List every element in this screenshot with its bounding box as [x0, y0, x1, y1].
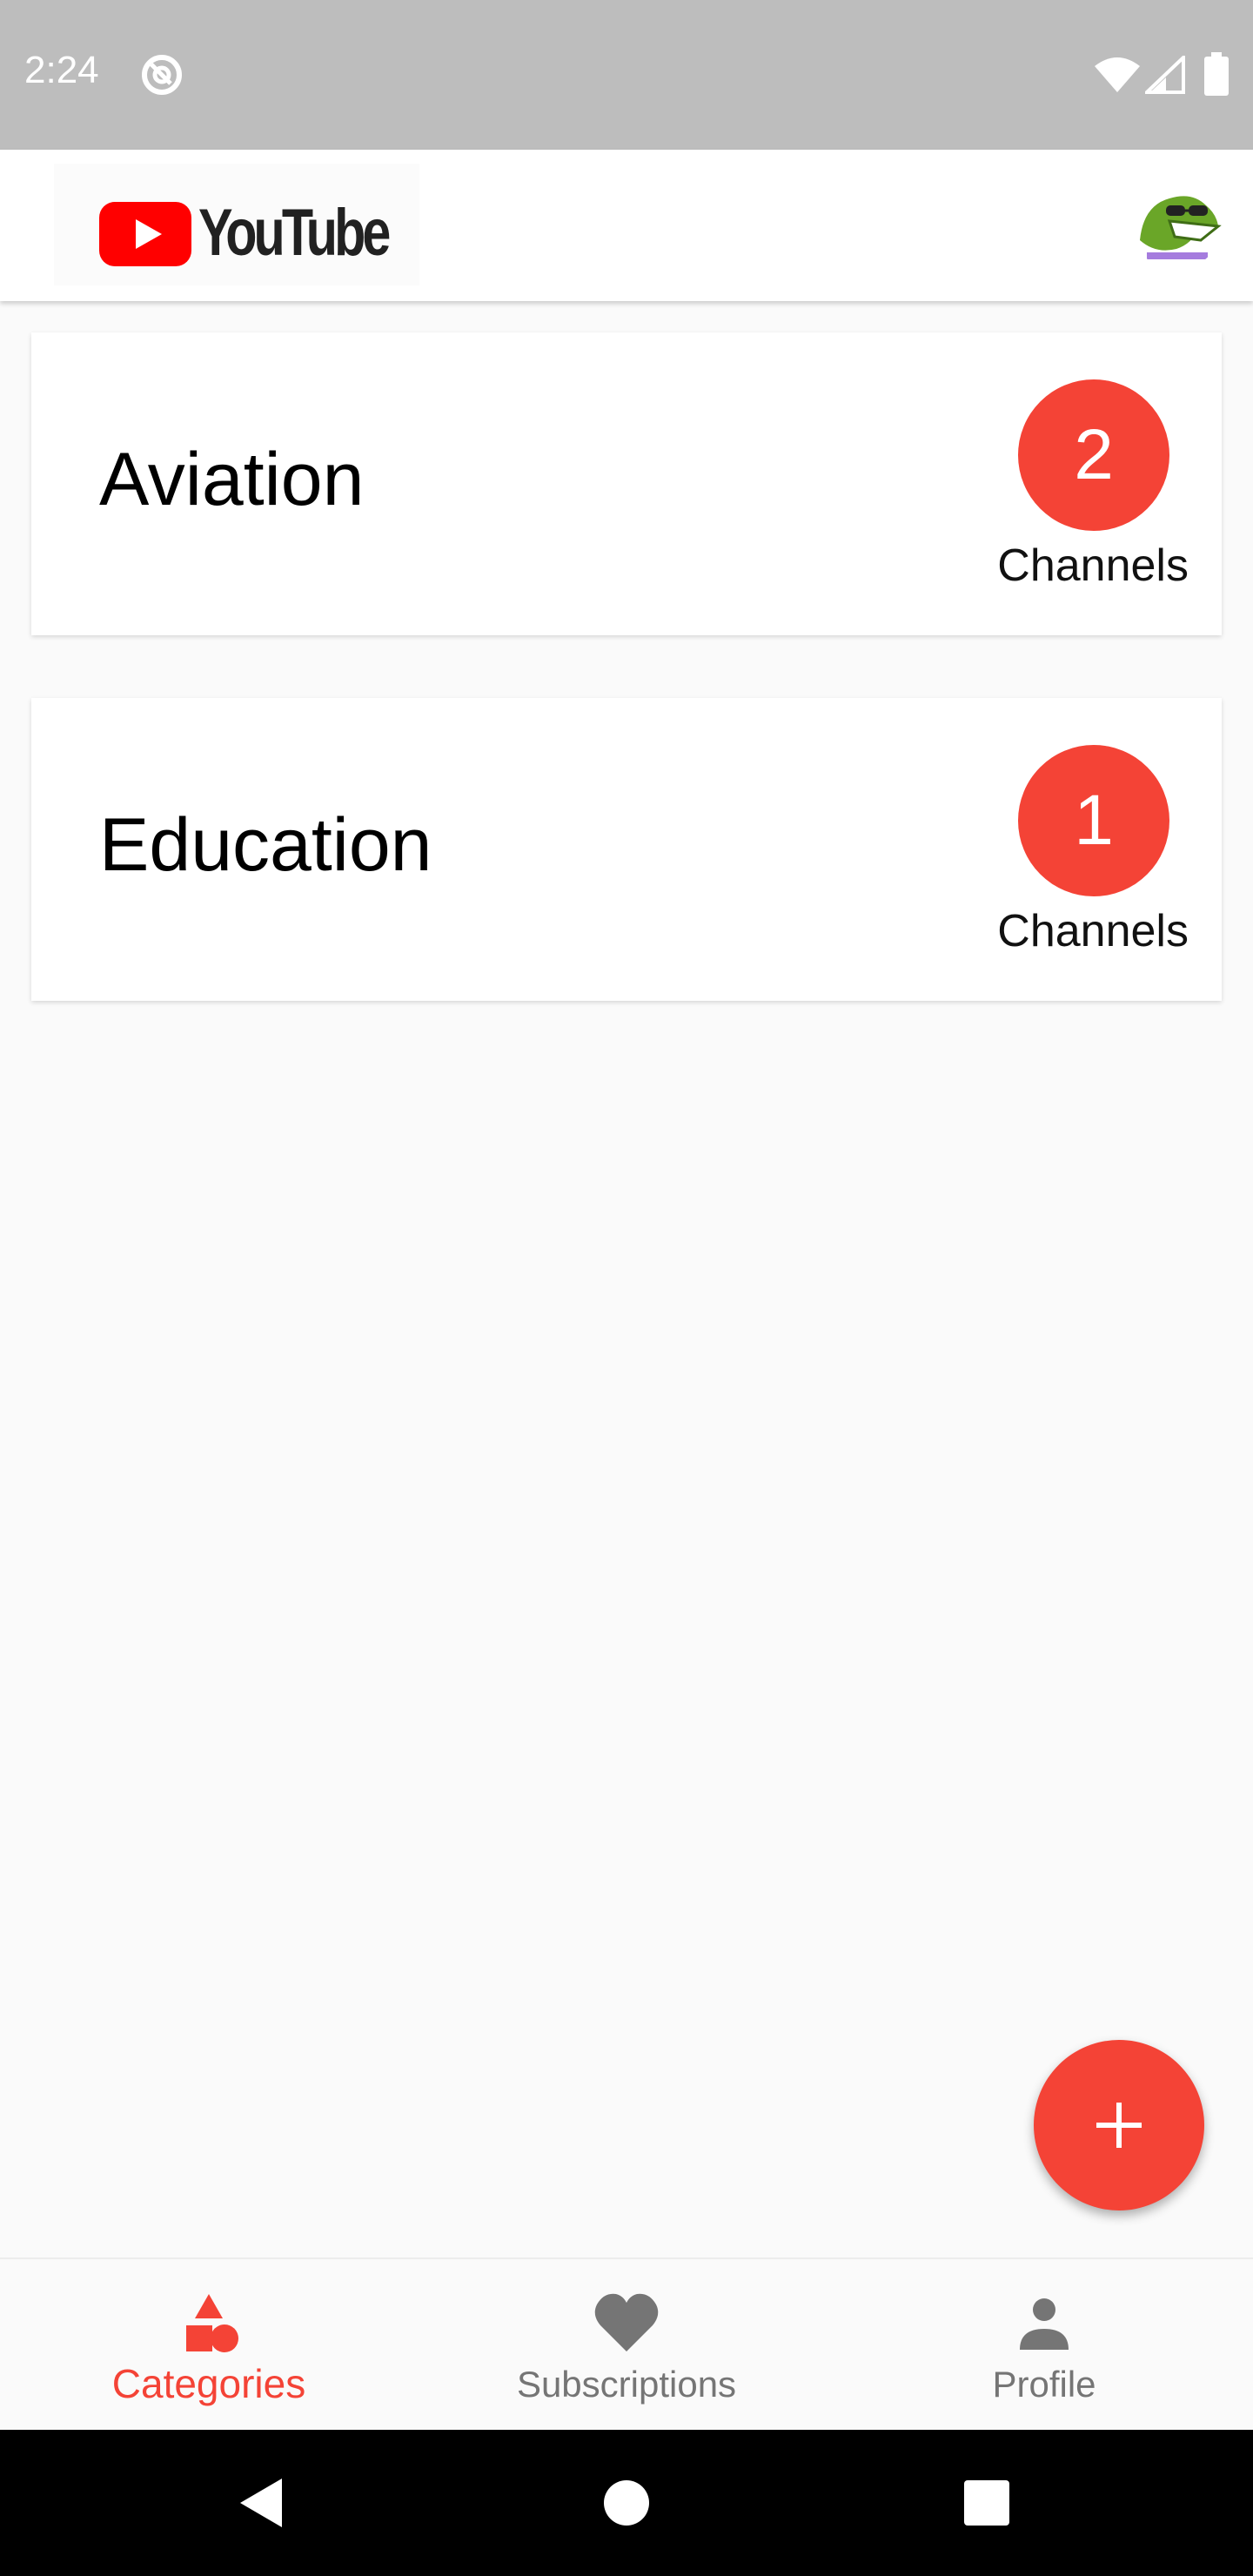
plus-icon: [1096, 2103, 1142, 2148]
nav-item-categories[interactable]: Categories: [0, 2259, 418, 2432]
crocodile-avatar[interactable]: [1131, 179, 1222, 270]
bottom-navigation: Categories Subscriptions Profile: [0, 2257, 1253, 2430]
youtube-play-icon: [99, 202, 191, 266]
back-icon[interactable]: [224, 2466, 298, 2539]
battery-icon: [1204, 52, 1229, 96]
wifi-icon: [1095, 57, 1140, 92]
person-icon: [1020, 2298, 1069, 2350]
home-icon[interactable]: [590, 2466, 663, 2539]
category-name: Education: [99, 803, 432, 887]
notification-app-icon: [142, 55, 182, 95]
channel-count-badge: 1: [1018, 745, 1169, 896]
category-name: Aviation: [99, 438, 365, 521]
app-bar: YouTube: [0, 150, 1253, 301]
nav-label-categories: Categories: [111, 2361, 306, 2406]
cell-signal-icon: [1145, 56, 1185, 94]
youtube-wordmark: YouTube: [198, 196, 391, 270]
system-navigation-bar: [0, 2430, 1253, 2576]
nav-item-profile[interactable]: Profile: [835, 2259, 1253, 2432]
avatar-image: [1131, 179, 1222, 270]
nav-item-subscriptions[interactable]: Subscriptions: [418, 2259, 835, 2432]
recents-icon[interactable]: [950, 2466, 1023, 2539]
youtube-logo: YouTube: [54, 164, 419, 285]
channel-count-label: Channels: [997, 906, 1189, 956]
add-category-button[interactable]: [1034, 2040, 1204, 2210]
nav-label-subscriptions: Subscriptions: [516, 2364, 737, 2405]
heart-icon: [594, 2293, 659, 2351]
status-bar: 2:24: [0, 0, 1253, 150]
shapes-icon: [186, 2294, 238, 2352]
category-card-aviation[interactable]: Aviation 2 Channels: [31, 332, 1222, 635]
status-time: 2:24: [24, 49, 99, 91]
channel-count-badge: 2: [1018, 379, 1169, 531]
nav-label-profile: Profile: [992, 2364, 1096, 2405]
channel-count-label: Channels: [997, 540, 1189, 591]
category-card-education[interactable]: Education 1 Channels: [31, 698, 1222, 1001]
